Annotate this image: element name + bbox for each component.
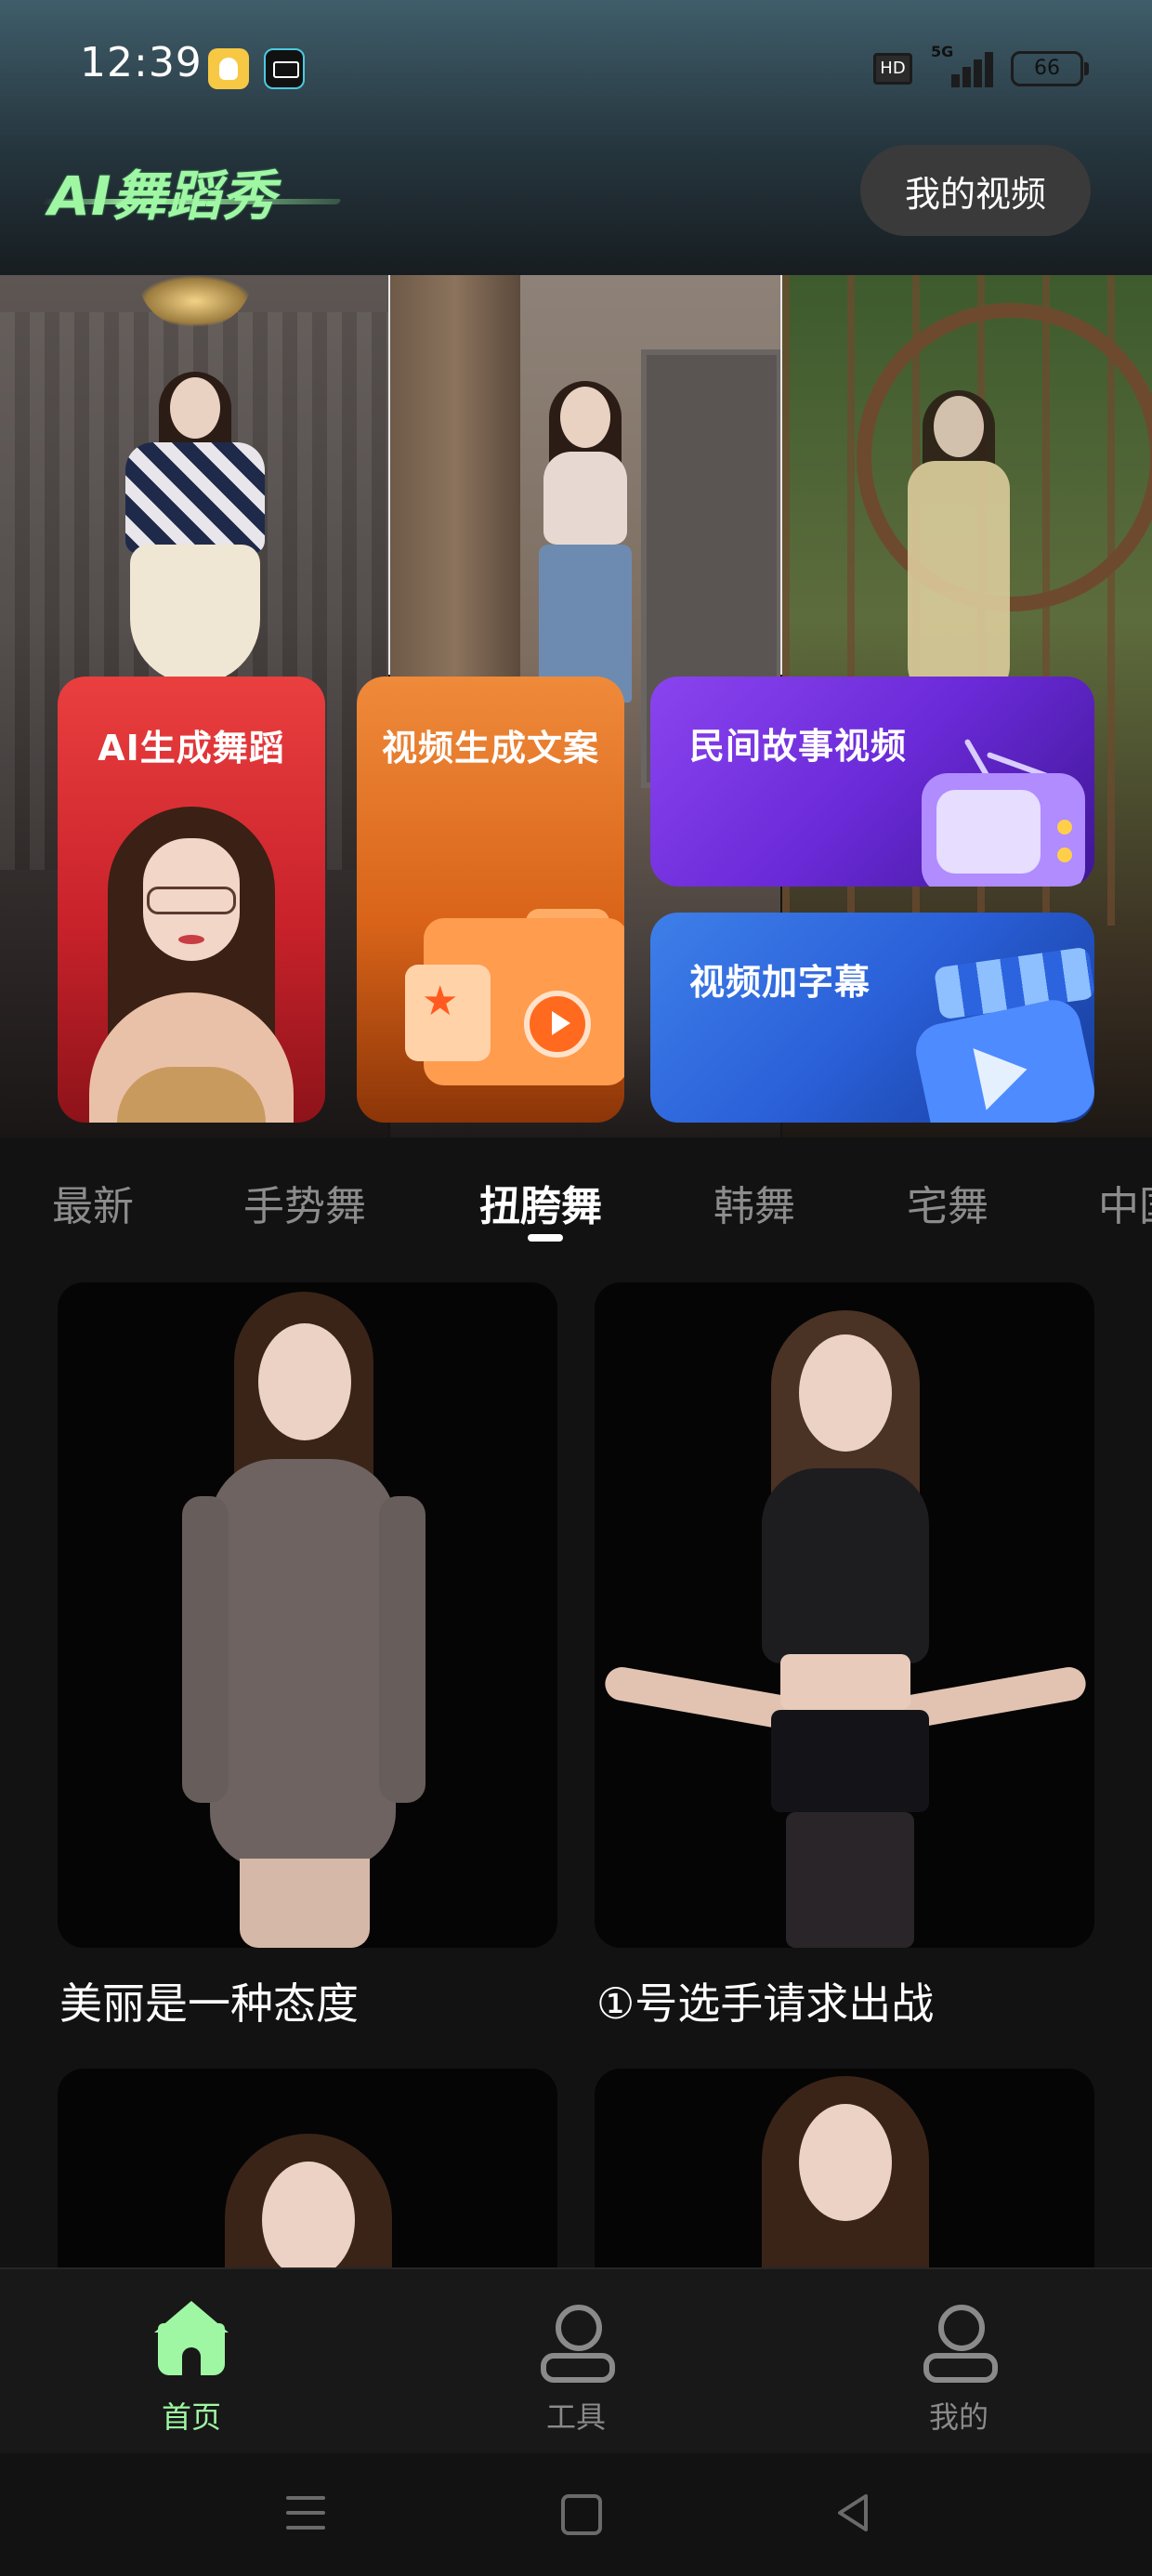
tv-icon [922, 736, 1089, 887]
ai-dance-card[interactable]: AI生成舞蹈 [58, 677, 325, 1123]
dancer-figure [125, 372, 265, 684]
clapperboard-icon [909, 946, 1094, 1123]
active-tab-indicator [528, 1234, 563, 1242]
category-tabs: 最新 手势舞 扭胯舞 韩舞 宅舞 中国 [0, 1143, 1152, 1253]
dancer-figure [903, 390, 1015, 703]
app-screen: 12:39 HD 5G 66 AI舞蹈秀 我的视频 AI生成舞蹈 视频生成文案 … [0, 0, 1152, 2576]
folk-story-card-title: 民间故事视频 [689, 726, 908, 767]
bottom-navigation: 首页 工具 我的 [0, 2267, 1152, 2455]
logo-text: AI舞蹈秀 [48, 164, 277, 228]
tab-hip-dance[interactable]: 扭胯舞 [479, 1173, 602, 1232]
folder-icon: ★ [405, 909, 624, 1095]
home-square-icon[interactable] [561, 2494, 602, 2535]
subtitle-card-title: 视频加字幕 [689, 962, 871, 1003]
folk-story-card[interactable]: 民间故事视频 [650, 677, 1094, 887]
notification-tv-icon [264, 48, 305, 89]
tools-person-icon [537, 2299, 615, 2383]
system-navigation-bar [0, 2453, 1152, 2576]
battery-icon: 66 [1011, 51, 1089, 86]
ai-dance-card-title: AI生成舞蹈 [98, 728, 285, 769]
back-icon[interactable] [834, 2492, 871, 2533]
app-logo: AI舞蹈秀 [41, 156, 342, 228]
dancer-figure [602, 1282, 1089, 1948]
video-thumbnail[interactable] [595, 1282, 1094, 1948]
top-header-area: 12:39 HD 5G 66 AI舞蹈秀 我的视频 [0, 0, 1152, 275]
play-icon [524, 991, 591, 1058]
tab-gesture-dance[interactable]: 手势舞 [243, 1173, 366, 1232]
hd-icon: HD [873, 53, 912, 85]
notification-app-icon [208, 48, 249, 89]
nav-tools[interactable]: 工具 [474, 2286, 678, 2444]
profile-icon [920, 2299, 998, 2383]
status-time: 12:39 [80, 39, 203, 86]
tab-korean-dance[interactable]: 韩舞 [713, 1173, 795, 1232]
portrait-illustration [89, 797, 294, 1123]
network-type: 5G [931, 43, 954, 60]
nav-home[interactable]: 首页 [89, 2286, 294, 2444]
tab-chinese-dance[interactable]: 中国 [1098, 1173, 1152, 1232]
logo-swoosh [41, 199, 342, 204]
menu-icon[interactable] [286, 2496, 325, 2530]
video-copy-card-title: 视频生成文案 [381, 728, 599, 769]
video-title: ①号选手请求出战 [596, 1978, 935, 2029]
dancer-figure [182, 1282, 429, 1948]
star-icon: ★ [422, 978, 459, 1025]
video-copy-card[interactable]: 视频生成文案 ★ [357, 677, 624, 1123]
tab-latest[interactable]: 最新 [52, 1173, 134, 1232]
dancer-figure [530, 381, 641, 703]
nav-mine[interactable]: 我的 [857, 2286, 1061, 2444]
nav-tools-label: 工具 [545, 2399, 606, 2435]
video-thumbnail[interactable] [58, 1282, 557, 1948]
nav-mine-label: 我的 [928, 2399, 988, 2435]
glasses-icon [147, 887, 236, 914]
my-videos-button[interactable]: 我的视频 [860, 145, 1091, 236]
video-title: 美丽是一种态度 [59, 1978, 359, 2029]
status-indicators: HD 5G 66 [873, 43, 1089, 87]
nav-home-label: 首页 [161, 2399, 221, 2435]
home-icon [152, 2299, 230, 2377]
signal-icon: 5G [931, 43, 993, 87]
tab-otaku-dance[interactable]: 宅舞 [907, 1173, 988, 1232]
subtitle-card[interactable]: 视频加字幕 [650, 913, 1094, 1123]
